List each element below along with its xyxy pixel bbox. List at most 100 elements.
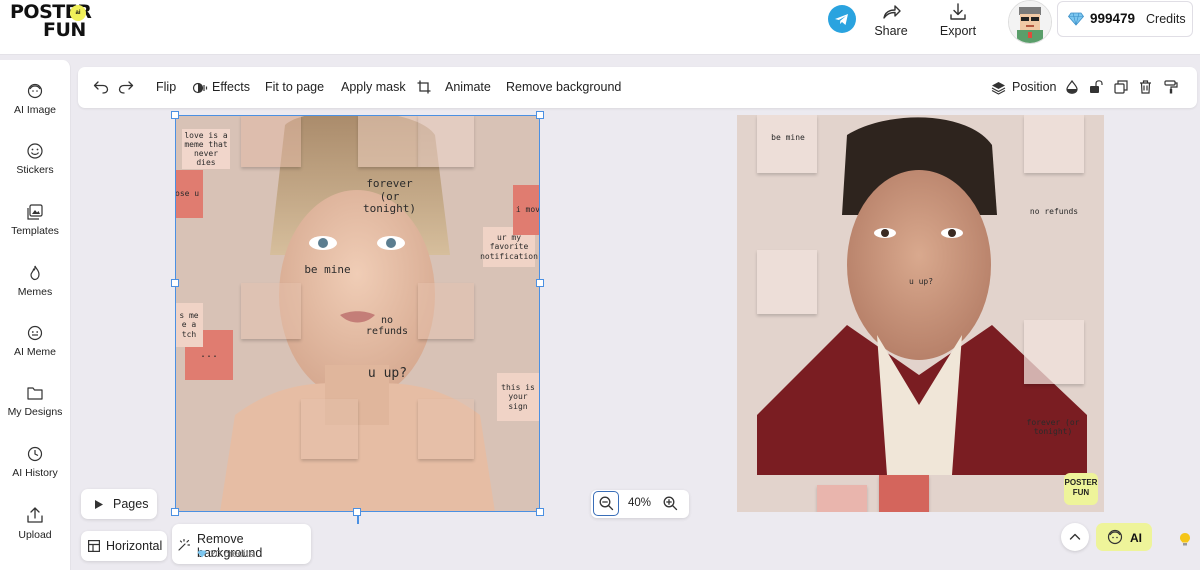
- diamond-icon: [1068, 12, 1084, 26]
- sticky-note: no refunds: [365, 314, 409, 338]
- zoom-in-icon: [663, 496, 678, 511]
- logo-line-2: FUN: [43, 19, 86, 42]
- redo-icon[interactable]: [118, 80, 134, 99]
- watermark-line-1: POSTER: [1064, 478, 1098, 487]
- lightbulb-icon[interactable]: [1179, 532, 1191, 552]
- remove-background-action[interactable]: Remove background 20 credits: [172, 524, 311, 564]
- download-icon: [928, 2, 988, 24]
- sidebar-item-label: My Designs: [7, 406, 63, 418]
- telegram-icon[interactable]: [828, 5, 856, 33]
- resize-handle[interactable]: [536, 508, 544, 516]
- ai-assistant-button[interactable]: AI: [1096, 523, 1152, 551]
- sidebar-item-ai-image[interactable]: AI Image: [0, 82, 70, 116]
- folder-icon: [27, 387, 43, 400]
- sticky-tile: [241, 283, 301, 339]
- ai-smiley-icon: [27, 325, 43, 341]
- unlock-icon[interactable]: [1089, 80, 1103, 99]
- zoom-out-button[interactable]: [593, 491, 619, 516]
- sticky-tile: [418, 283, 474, 339]
- paint-roller-icon[interactable]: [1164, 80, 1178, 99]
- flame-icon: [30, 265, 40, 281]
- animate-button[interactable]: Animate: [445, 80, 491, 94]
- pages-button[interactable]: Pages: [81, 489, 157, 519]
- sticky-tile: [241, 115, 301, 167]
- layout-icon: [88, 540, 100, 552]
- resize-handle[interactable]: [536, 111, 544, 119]
- horizontal-button[interactable]: Horizontal: [81, 531, 167, 561]
- share-button[interactable]: Share: [861, 0, 921, 38]
- play-icon: [95, 500, 103, 509]
- canvas-page-2[interactable]: be mine no refunds u up? forever (or ton…: [737, 115, 1104, 512]
- left-sidebar: AI Image Stickers Templates Memes AI Mem…: [0, 60, 71, 570]
- share-label: Share: [874, 24, 908, 38]
- top-bar: POSTER FUN ai Share Export 999479 Credit…: [0, 0, 1200, 55]
- chevron-up-icon: [1069, 533, 1081, 540]
- export-button[interactable]: Export: [928, 0, 988, 38]
- smiley-icon: [27, 143, 43, 159]
- remove-background-button[interactable]: Remove background: [506, 80, 621, 94]
- sidebar-item-memes[interactable]: Memes: [0, 264, 70, 298]
- zoom-control: 40%: [591, 490, 689, 518]
- sidebar-item-my-designs[interactable]: My Designs: [0, 384, 70, 418]
- ai-face-icon: [27, 83, 43, 99]
- zoom-in-button[interactable]: [663, 496, 678, 516]
- apply-mask-button[interactable]: Apply mask: [341, 80, 406, 94]
- sidebar-item-label: Upload: [18, 529, 52, 541]
- resize-handle[interactable]: [171, 279, 179, 287]
- position-button[interactable]: Position: [1012, 80, 1056, 94]
- poster-fun-watermark: POSTER FUN: [1064, 473, 1098, 505]
- layers-icon: [991, 81, 1006, 100]
- sticky-note: be mine: [771, 133, 805, 143]
- ai-label: AI: [1130, 531, 1142, 545]
- credits-label: Credits: [1146, 12, 1186, 26]
- upload-icon: [27, 507, 43, 523]
- credits-value: 999479: [1090, 11, 1136, 26]
- trash-icon[interactable]: [1139, 80, 1152, 99]
- remove-background-cost: 20 credits: [210, 549, 254, 560]
- sticky-note: ose u: [175, 170, 203, 218]
- share-icon: [861, 2, 921, 24]
- sidebar-item-stickers[interactable]: Stickers: [0, 142, 70, 176]
- sticky-note: love is a meme that never dies: [182, 129, 230, 169]
- diamond-icon: [197, 550, 207, 558]
- magic-wand-icon: [178, 539, 190, 551]
- credits-badge[interactable]: 999479 Credits: [1057, 1, 1193, 37]
- sidebar-item-label: Memes: [17, 286, 53, 298]
- duplicate-icon[interactable]: [1114, 80, 1128, 99]
- resize-handle[interactable]: [171, 111, 179, 119]
- horizontal-label: Horizontal: [106, 539, 163, 553]
- sticky-tile: [757, 250, 817, 314]
- scroll-up-button[interactable]: [1061, 523, 1089, 551]
- resize-handle[interactable]: [536, 279, 544, 287]
- sidebar-item-ai-meme[interactable]: AI Meme: [0, 324, 70, 358]
- user-avatar[interactable]: [1008, 0, 1052, 44]
- resize-handle[interactable]: [353, 508, 361, 516]
- sticky-tile: [879, 475, 929, 512]
- effects-button[interactable]: Effects: [212, 80, 250, 94]
- sidebar-item-label: AI Meme: [13, 346, 56, 358]
- logo-badge: ai: [70, 5, 86, 21]
- sticky-note: u up?: [908, 277, 934, 287]
- sticky-tile: [1024, 115, 1084, 173]
- opacity-icon[interactable]: [1066, 79, 1078, 99]
- rotate-handle-stem: [357, 516, 359, 524]
- effects-icon: [192, 81, 208, 99]
- sticky-note: be mine: [304, 262, 351, 276]
- sticky-note: u up?: [367, 365, 408, 381]
- crop-icon[interactable]: [417, 80, 431, 99]
- pages-label: Pages: [113, 497, 149, 511]
- sidebar-item-upload[interactable]: Upload: [0, 505, 70, 541]
- sticky-tile: [1024, 320, 1084, 384]
- flip-button[interactable]: Flip: [156, 80, 176, 94]
- sidebar-item-label: AI History: [12, 467, 58, 479]
- zoom-level: 40%: [628, 497, 652, 509]
- export-label: Export: [939, 24, 977, 38]
- sticky-note: i mov: [513, 185, 540, 235]
- undo-icon[interactable]: [93, 80, 109, 99]
- resize-handle[interactable]: [171, 508, 179, 516]
- sidebar-item-ai-history[interactable]: AI History: [0, 445, 70, 479]
- poster-fun-logo[interactable]: POSTER FUN ai: [10, 2, 92, 42]
- fit-to-page-button[interactable]: Fit to page: [265, 80, 324, 94]
- sidebar-item-templates[interactable]: Templates: [0, 203, 70, 237]
- canvas-page-1[interactable]: love is a meme that never dies forever (…: [175, 115, 540, 512]
